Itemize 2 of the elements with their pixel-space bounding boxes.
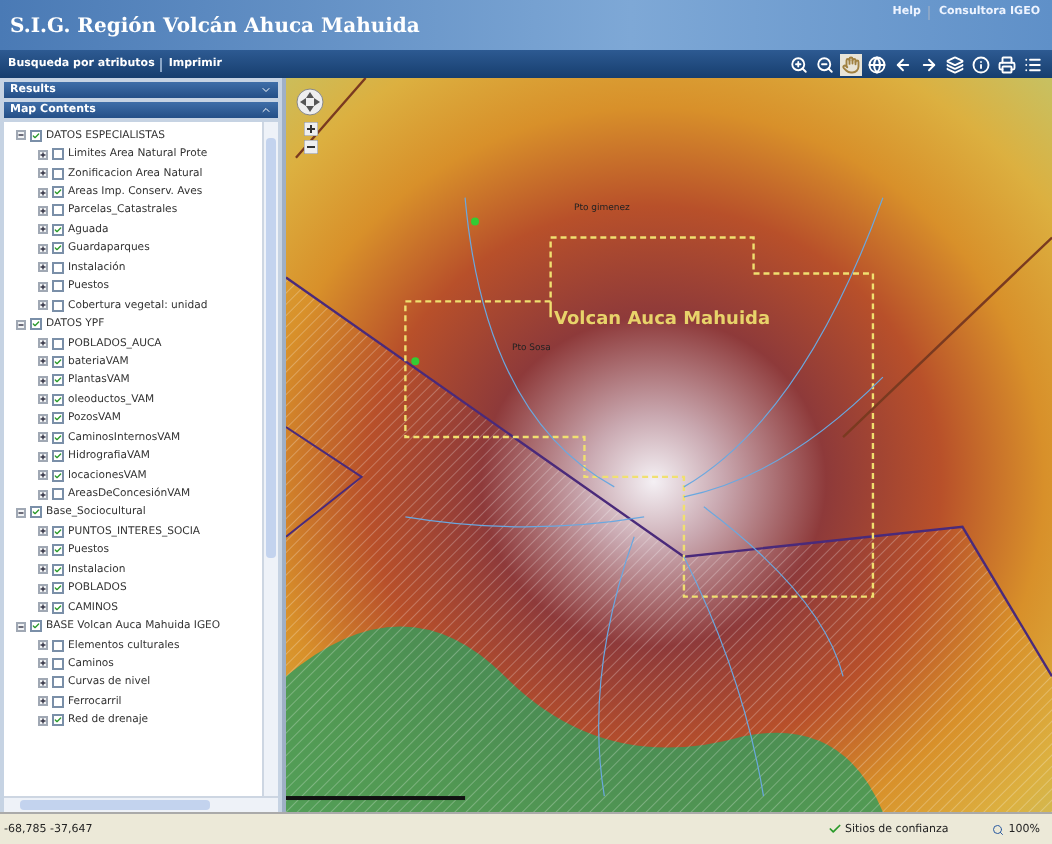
app-title: S.I.G. Región Volcán Ahuca Mahuida — [10, 16, 420, 38]
map-title-label: Volcan Auca Mahuida — [554, 310, 771, 330]
